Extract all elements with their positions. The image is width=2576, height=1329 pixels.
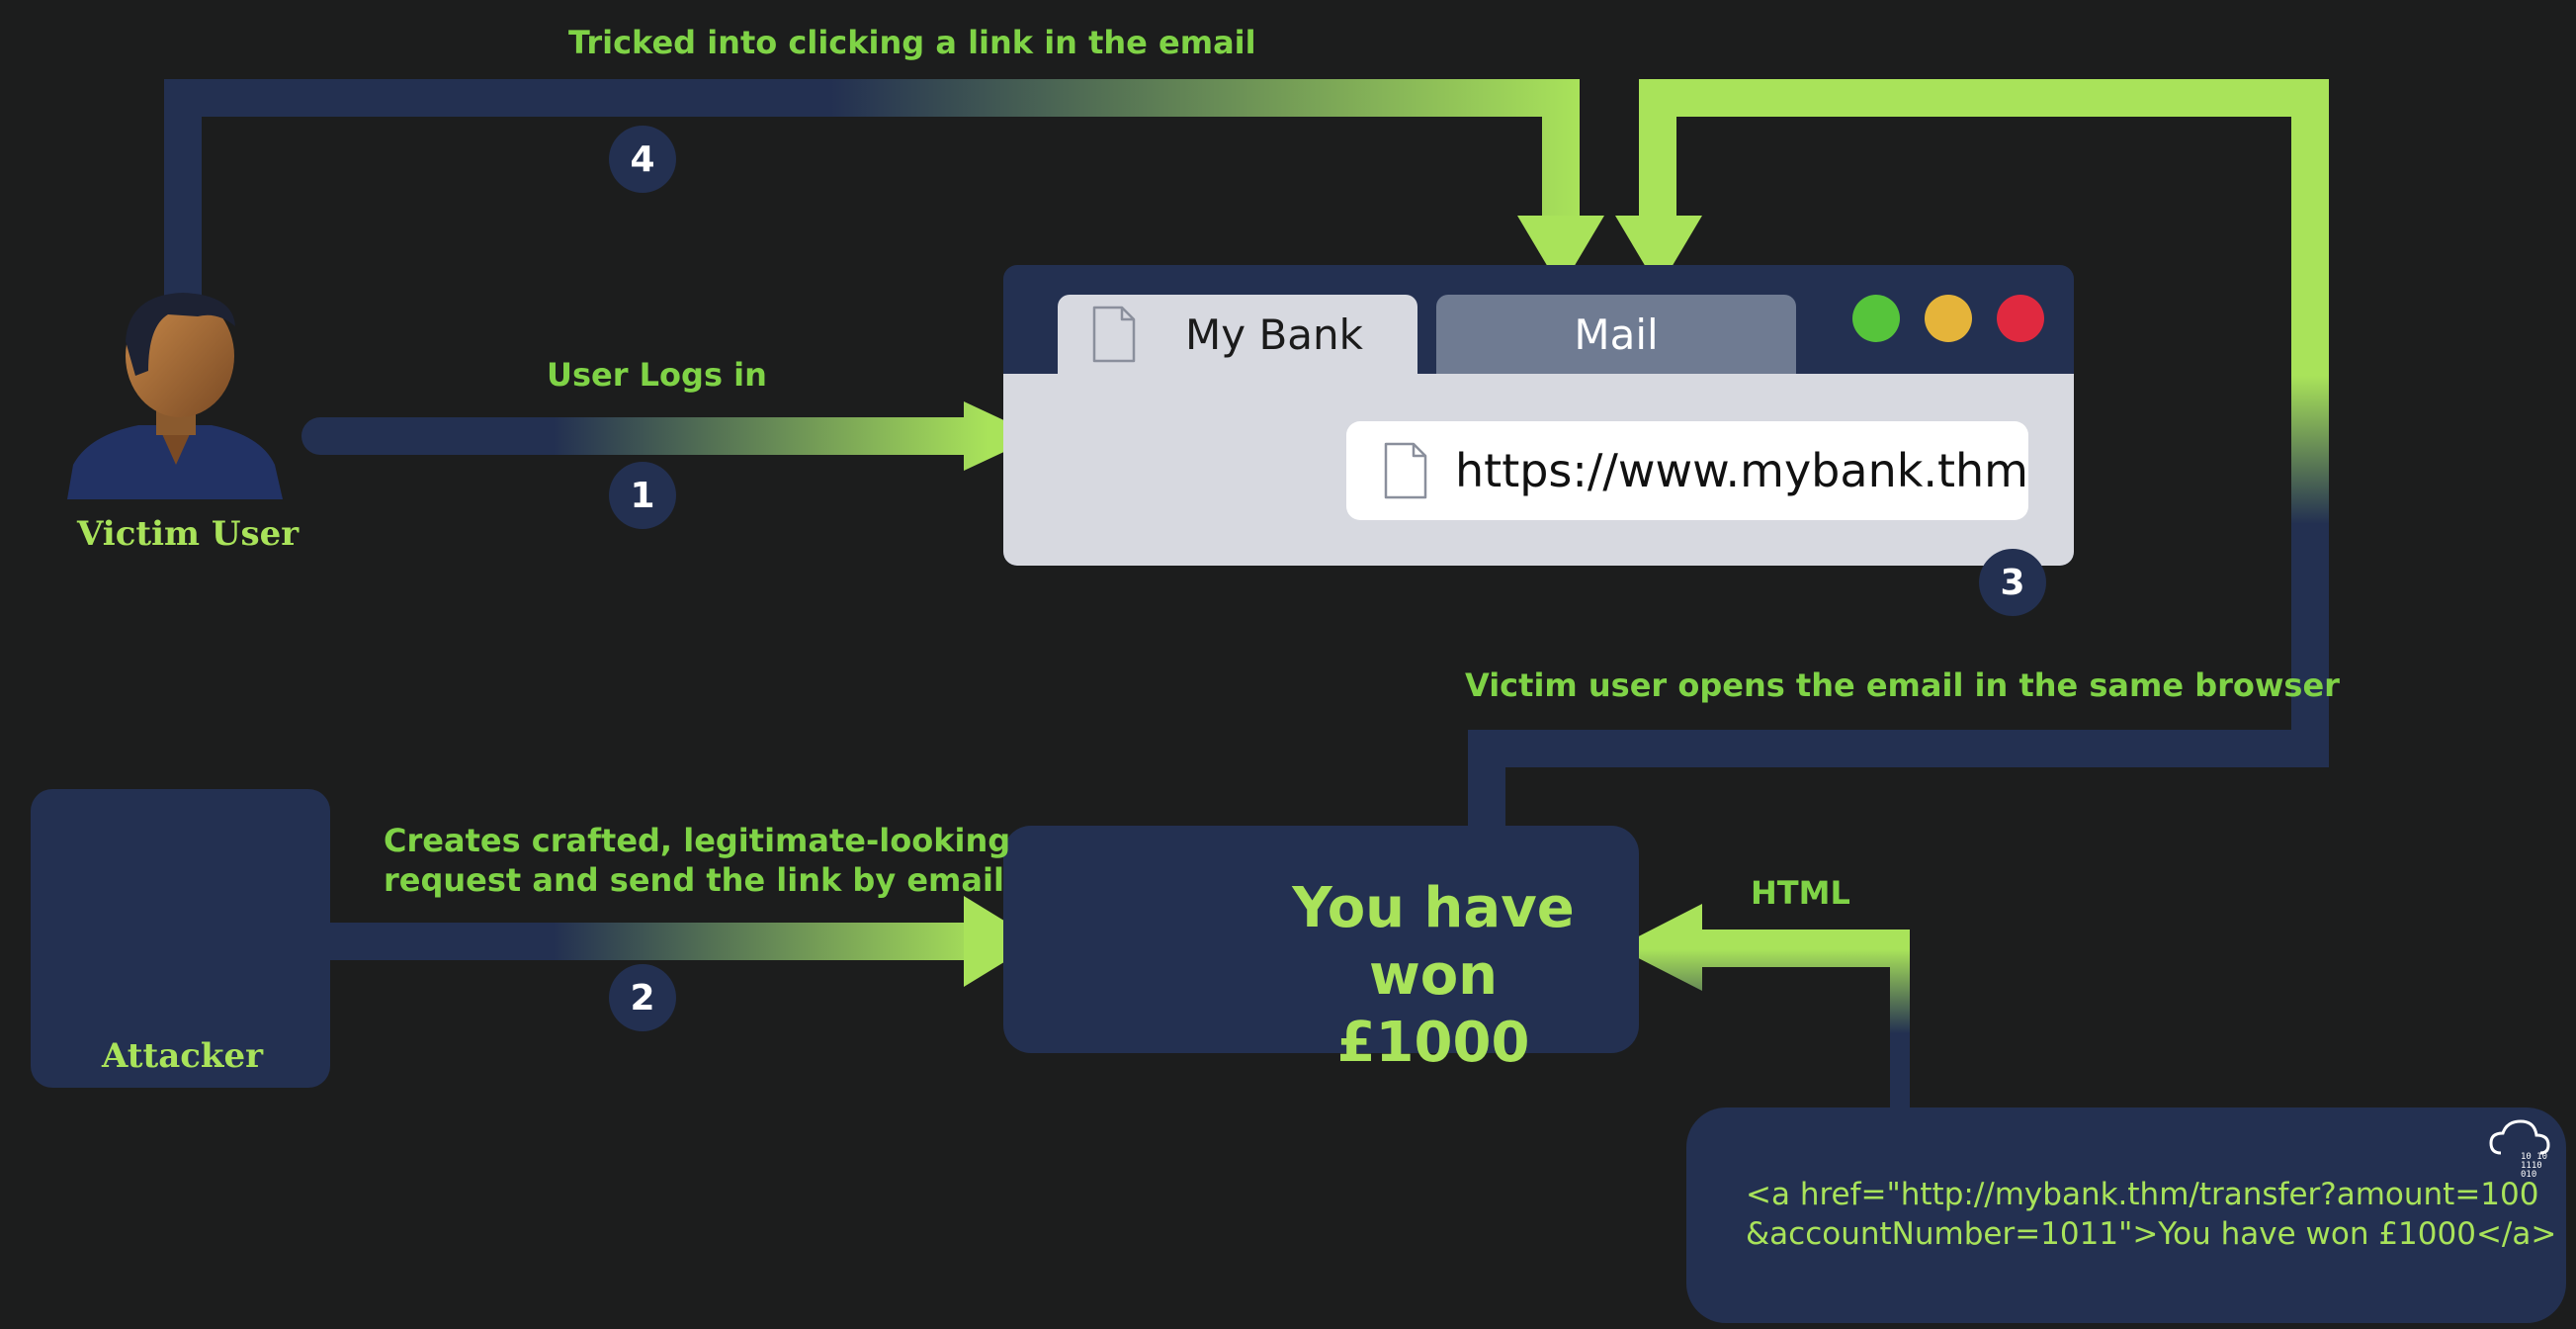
label-step-2: Creates crafted, legitimate-looking requ… [384,821,1010,900]
arrow-step-2 [326,896,1038,987]
label-html: HTML [1751,874,1850,912]
cloud-code-icon: 10 10 1110 010 [2489,1119,2550,1179]
tab-mail[interactable]: Mail [1436,295,1796,374]
step-1-badge: 1 [609,462,676,529]
address-bar[interactable]: https://www.mybank.thm [1346,421,2028,520]
code-line-1: <a href="http://mybank.thm/transfer?amou… [1746,1177,2539,1212]
label-step-1: User Logs in [547,356,767,394]
page-icon [1384,442,1427,499]
label-step-4: Tricked into clicking a link in the emai… [568,24,1256,61]
minimize-dot[interactable] [1925,295,1972,342]
tab-my-bank[interactable]: My Bank [1058,295,1417,374]
label-step-2-line-1: Creates crafted, legitimate-looking [384,822,1011,859]
browser-window: My Bank Mail https://www.mybank.thm [1003,265,2074,566]
email-text: You have won £1000 [1231,875,1636,1077]
victim-avatar [67,293,283,499]
step-4-badge: 4 [609,126,676,193]
html-code-box: 10 10 1110 010 <a href="http://mybank.th… [1686,1108,2566,1323]
tab-my-bank-label: My Bank [1185,310,1363,359]
close-dot[interactable] [1997,295,2044,342]
label-step-3: Victim user opens the email in the same … [1465,666,2340,704]
arrow-step-1 [301,401,1038,471]
html-code: <a href="http://mybank.thm/transfer?amou… [1746,1175,2556,1254]
label-step-2-line-2: request and send the link by email [384,861,1004,899]
arrow-html [1617,904,1910,1108]
step-3-badge: 3 [1979,549,2046,616]
email-line-1: You have won [1292,876,1575,1008]
victim-label: Victim User [77,514,300,554]
tab-mail-label: Mail [1574,310,1659,359]
step-2-badge: 2 [609,964,676,1031]
email-line-2: £1000 [1336,1011,1530,1075]
attacker-label: Attacker [102,1036,264,1076]
code-line-2: &accountNumber=1011">You have won £1000<… [1746,1216,2557,1252]
email-message: You have won £1000 [1003,826,1639,1075]
maximize-dot[interactable] [1852,295,1900,342]
document-icon [1092,306,1136,363]
address-bar-url: https://www.mybank.thm [1455,444,2028,497]
arrow-step-4 [164,79,1604,297]
